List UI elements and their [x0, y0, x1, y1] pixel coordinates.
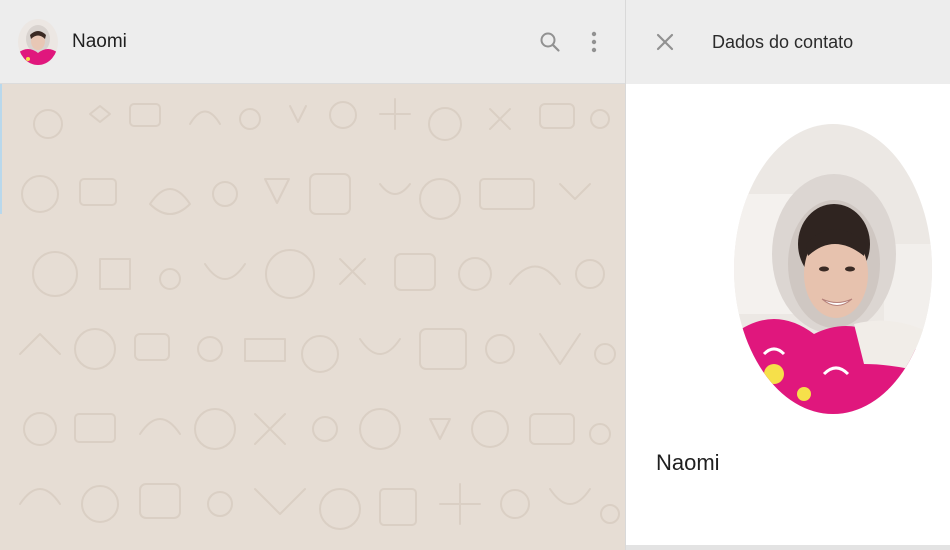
wallpaper-doodles	[19, 98, 620, 530]
chat-header-actions	[537, 29, 607, 55]
profile-photo-image	[734, 124, 932, 414]
more-vertical-icon[interactable]	[581, 29, 607, 55]
avatar-photo	[18, 18, 58, 65]
contact-info-name: Naomi	[656, 450, 720, 475]
contact-name[interactable]: Naomi	[72, 31, 537, 53]
contact-info-header: Dados do contato	[626, 0, 950, 84]
chat-panel: Naomi	[0, 0, 626, 550]
contact-info-body: Naomi	[626, 84, 950, 550]
chat-header[interactable]: Naomi	[0, 0, 625, 84]
search-icon[interactable]	[537, 29, 563, 55]
whatsapp-window: Naomi Dados do contato Naomi	[0, 0, 950, 550]
close-icon[interactable]	[652, 29, 678, 55]
contact-avatar[interactable]	[18, 18, 58, 65]
contact-info-panel: Dados do contato Naomi	[626, 0, 950, 550]
chat-wallpaper[interactable]	[0, 84, 625, 550]
contact-profile-photo[interactable]	[734, 124, 932, 414]
contact-info-title: Dados do contato	[712, 31, 854, 52]
